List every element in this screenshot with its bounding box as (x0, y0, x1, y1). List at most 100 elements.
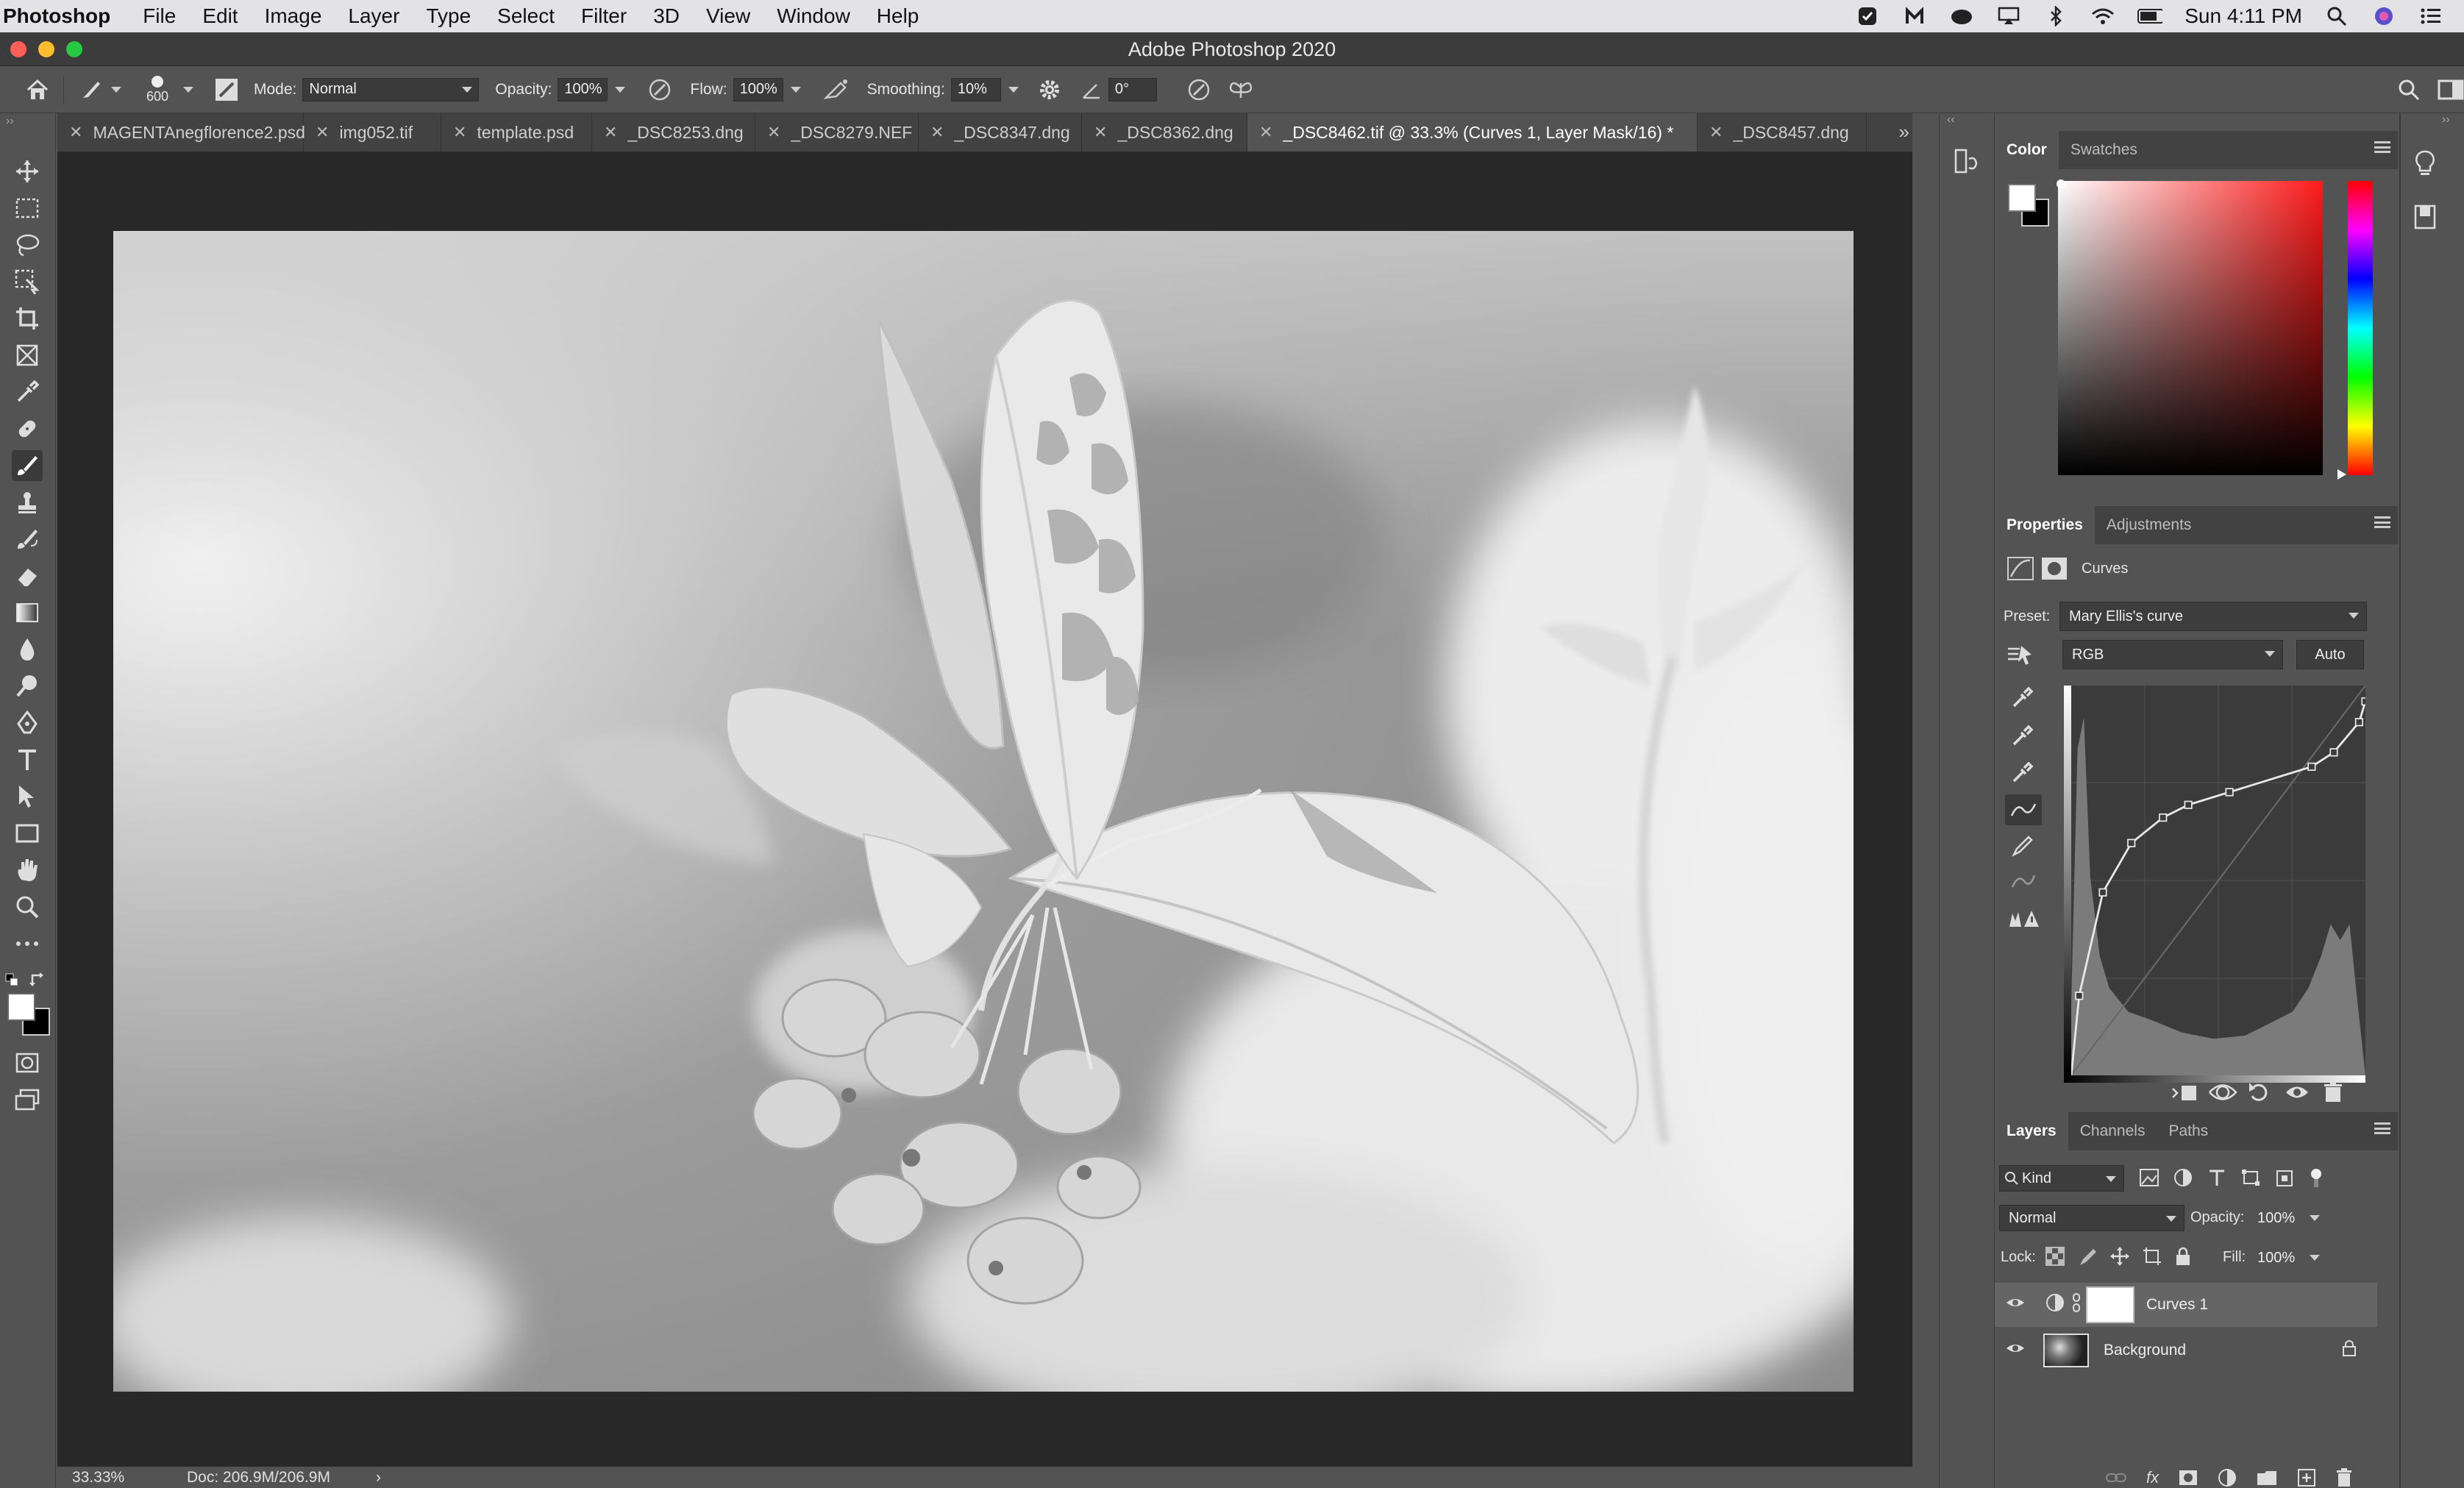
close-tab-icon[interactable]: ✕ (316, 123, 329, 142)
history-brush-tool-icon[interactable] (12, 524, 43, 555)
bluetooth-icon[interactable] (2043, 6, 2068, 26)
layer-locked-icon[interactable] (2342, 1339, 2357, 1361)
lock-transparent-pixels-icon[interactable] (2045, 1246, 2065, 1267)
curves-graph[interactable] (2071, 686, 2439, 1075)
new-adjustment-layer-icon[interactable] (2218, 1468, 2237, 1487)
panel-menu-icon[interactable] (2374, 141, 2390, 153)
layer-name[interactable]: Curves 1 (2146, 1296, 2208, 1314)
layer-visibility-eye-icon[interactable] (2005, 1295, 2026, 1314)
gray-point-eyedropper-icon[interactable] (2011, 724, 2034, 751)
layer-mask-thumbnail[interactable] (2086, 1286, 2134, 1323)
panel-menu-icon[interactable] (2374, 516, 2390, 528)
flow-dropdown-caret[interactable] (790, 86, 801, 93)
close-tab-icon[interactable]: ✕ (604, 123, 617, 142)
menu-type[interactable]: Type (413, 4, 484, 28)
marquee-tool-icon[interactable] (12, 193, 43, 224)
brush-size-picker[interactable]: 600 (139, 74, 176, 104)
hue-slider-handle[interactable] (2337, 469, 2346, 480)
more-tools-icon[interactable] (12, 928, 43, 959)
close-tab-icon[interactable]: ✕ (1709, 123, 1723, 142)
document-image[interactable] (113, 231, 1854, 1392)
preset-select[interactable]: Mary Ellis's curve (2059, 602, 2367, 631)
tab-adjustments[interactable]: Adjustments (2095, 506, 2204, 544)
smoothing-field[interactable]: 10% (950, 77, 1001, 102)
delete-layer-trash-icon[interactable] (2335, 1468, 2353, 1487)
auto-button[interactable]: Auto (2296, 640, 2364, 669)
hand-tool-icon[interactable] (12, 855, 43, 886)
app-menu[interactable]: Photoshop (0, 4, 129, 28)
tab-paths[interactable]: Paths (2157, 1112, 2220, 1150)
rectangle-tool-icon[interactable] (12, 818, 43, 849)
tab-dsc8279[interactable]: ✕ _DSC8279.NEF (755, 113, 919, 152)
lock-all-icon[interactable] (2174, 1246, 2192, 1267)
tab-magentanegflorence2[interactable]: ✕ MAGENTAnegflorence2.psd (57, 113, 305, 152)
status-menu-chevron-icon[interactable]: › (376, 1469, 381, 1487)
libraries-panel-icon[interactable] (2413, 204, 2438, 233)
curve-control-point[interactable] (2354, 718, 2363, 727)
crop-tool-icon[interactable] (12, 303, 43, 334)
filter-toggle-icon[interactable] (2308, 1168, 2324, 1187)
expand-chevrons-icon[interactable]: ›› (2442, 113, 2450, 127)
home-icon[interactable] (25, 78, 50, 102)
layer-blend-mode-select[interactable]: Normal (1999, 1205, 2185, 1231)
filter-adjustment-layers-icon[interactable] (2173, 1168, 2193, 1187)
curve-control-point[interactable] (2361, 697, 2365, 706)
close-tab-icon[interactable]: ✕ (69, 123, 82, 142)
clone-stamp-tool-icon[interactable] (12, 487, 43, 518)
menu-window[interactable]: Window (763, 4, 864, 28)
tab-swatches[interactable]: Swatches (2059, 131, 2149, 169)
on-image-adjustment-icon[interactable] (2005, 641, 2034, 670)
curve-control-point[interactable] (2159, 813, 2168, 822)
learn-panel-lightbulb-icon[interactable] (2413, 149, 2438, 182)
layer-thumbnail[interactable] (2043, 1334, 2089, 1367)
view-previous-state-icon[interactable] (2208, 1081, 2237, 1107)
menu-layer[interactable]: Layer (335, 4, 413, 28)
close-tab-icon[interactable]: ✕ (930, 123, 944, 142)
brush-angle-icon[interactable] (1080, 79, 1103, 101)
layer-filter-kind-select[interactable]: Kind (1999, 1165, 2124, 1192)
document-size-info[interactable]: Doc: 206.9M/206.9M (187, 1469, 330, 1487)
curve-control-point[interactable] (2329, 748, 2338, 757)
foreground-color-swatch[interactable] (2008, 184, 2036, 212)
layer-styles-fx-icon[interactable]: fx (2146, 1468, 2159, 1487)
hue-slider[interactable] (2348, 181, 2373, 475)
lasso-tool-icon[interactable] (12, 229, 43, 260)
pressure-size-icon[interactable] (1186, 77, 1211, 102)
gradient-tool-icon[interactable] (12, 597, 43, 628)
black-point-eyedropper-icon[interactable] (2011, 686, 2034, 713)
brush-angle-field[interactable]: 0° (1108, 77, 1157, 102)
curve-control-point[interactable] (2098, 888, 2107, 897)
clip-to-layer-icon[interactable] (2170, 1081, 2199, 1107)
menu-filter[interactable]: Filter (568, 4, 640, 28)
menu-image[interactable]: Image (252, 4, 335, 28)
layer-opacity-field[interactable]: 100% (2252, 1205, 2304, 1231)
close-tab-icon[interactable]: ✕ (1259, 123, 1272, 142)
tab-dsc8347[interactable]: ✕ _DSC8347.dng (919, 113, 1082, 152)
zoom-level[interactable]: 33.33% (72, 1469, 160, 1487)
spotlight-search-icon[interactable] (2324, 6, 2349, 26)
tab-template[interactable]: ✕ template.psd (441, 113, 592, 152)
close-tab-icon[interactable]: ✕ (453, 123, 466, 142)
move-tool-icon[interactable] (12, 156, 43, 187)
creative-cloud-icon[interactable] (1949, 6, 1974, 26)
add-layer-mask-icon[interactable] (2178, 1469, 2198, 1487)
tab-dsc8253[interactable]: ✕ _DSC8253.dng (592, 113, 755, 152)
path-selection-tool-icon[interactable] (12, 781, 43, 812)
frame-tool-icon[interactable] (12, 340, 43, 371)
gear-icon[interactable] (1038, 78, 1061, 102)
layer-mask-link-icon[interactable] (2071, 1292, 2082, 1317)
brush-size-dropdown-caret[interactable] (183, 86, 193, 93)
airplay-icon[interactable] (1996, 6, 2021, 26)
color-picker-field[interactable] (2058, 181, 2323, 475)
filter-type-layers-icon[interactable] (2207, 1168, 2227, 1187)
curve-control-point[interactable] (2225, 788, 2234, 797)
eyedropper-tool-icon[interactable] (12, 377, 43, 407)
lock-artboard-icon[interactable] (2142, 1246, 2162, 1267)
object-selection-tool-icon[interactable] (12, 266, 43, 297)
tab-dsc8457[interactable]: ✕ _DSC8457.dng (1698, 113, 1867, 152)
tab-dsc8362[interactable]: ✕ _DSC8362.dng (1082, 113, 1247, 152)
history-panel-icon[interactable] (1954, 149, 1979, 177)
screen-mode-icon[interactable] (12, 1084, 43, 1115)
tab-properties[interactable]: Properties (1995, 506, 2095, 544)
collapse-chevrons-icon[interactable]: ›› (6, 115, 14, 128)
